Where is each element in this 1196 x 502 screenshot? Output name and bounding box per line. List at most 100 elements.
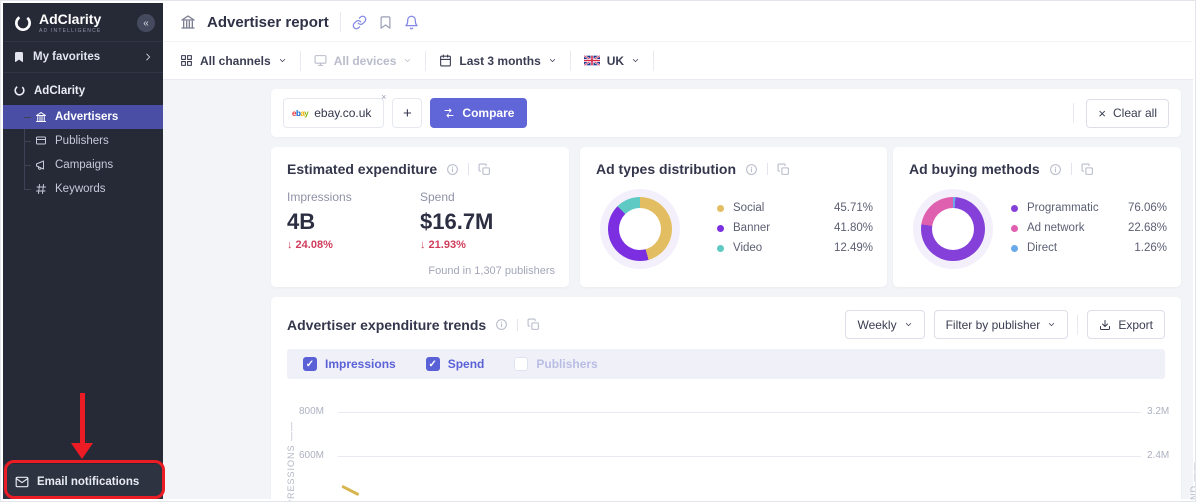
- favorites-label: My favorites: [33, 51, 100, 63]
- toggle-spend[interactable]: ✓ Spend: [426, 357, 485, 371]
- filter-by-publisher-dropdown[interactable]: Filter by publisher: [934, 310, 1069, 339]
- sidebar-collapse-button[interactable]: «: [137, 14, 155, 32]
- filter-by-publisher-label: Filter by publisher: [946, 318, 1041, 332]
- chevron-down-icon: [631, 56, 640, 65]
- divider: [767, 163, 768, 175]
- sidebar-item-advertisers[interactable]: Advertisers: [3, 105, 163, 129]
- date-range-filter[interactable]: Last 3 months: [439, 54, 556, 68]
- email-notifications-label: Email notifications: [37, 476, 139, 488]
- y-axis-label-impressions: IMPRESSIONS ——: [286, 421, 296, 502]
- filter-bar: All channels All devices Last 3 months U…: [163, 41, 1193, 80]
- country-filter[interactable]: UK: [584, 54, 640, 68]
- compare-button[interactable]: Compare: [430, 98, 527, 128]
- legend-dot: [1011, 245, 1018, 252]
- megaphone-icon: [35, 159, 47, 171]
- divider: [425, 51, 426, 71]
- divider: [1073, 103, 1074, 123]
- info-icon[interactable]: [1049, 163, 1062, 176]
- sidebar-item-keywords[interactable]: Keywords: [3, 177, 163, 201]
- section-label: AdClarity: [34, 85, 85, 97]
- devices-icon: [314, 54, 327, 67]
- gridline: [338, 456, 1141, 457]
- card-title: Ad buying methods: [909, 161, 1040, 177]
- app-window: AdClarity AD INTELLIGENCE « My favorites…: [0, 0, 1196, 502]
- sidebar-item-label: Publishers: [55, 135, 109, 147]
- sidebar-item-label: Advertisers: [55, 111, 118, 123]
- legend-row: Social45.71%: [717, 202, 873, 214]
- granularity-dropdown[interactable]: Weekly: [845, 310, 924, 339]
- share-link-icon[interactable]: [352, 15, 367, 30]
- legend-dot: [1011, 205, 1018, 212]
- sidebar-section-adclarity[interactable]: AdClarity: [3, 73, 163, 102]
- ad-buying-legend: Programmatic76.06% Ad network22.68% Dire…: [1011, 190, 1167, 254]
- download-icon: [1099, 319, 1111, 331]
- competitor-chip[interactable]: ebay ebay.co.uk ×: [283, 98, 384, 128]
- export-button[interactable]: Export: [1087, 310, 1165, 339]
- clear-all-label: Clear all: [1113, 106, 1157, 120]
- copy-icon[interactable]: [527, 318, 540, 331]
- spend-value: $16.7M: [420, 209, 553, 235]
- main-area: Advertiser report All channels All devic…: [163, 3, 1193, 499]
- clear-all-button[interactable]: × Clear all: [1086, 99, 1169, 128]
- sidebar-item-my-favorites[interactable]: My favorites: [3, 41, 163, 73]
- info-icon[interactable]: [495, 318, 508, 331]
- legend-value: 76.06%: [1119, 202, 1167, 214]
- sidebar-tree: Advertisers Publishers Campaigns Keyword…: [3, 105, 163, 201]
- compare-bar: ebay ebay.co.uk × + Compare × Clear all: [271, 89, 1181, 137]
- page-title: Advertiser report: [207, 14, 329, 31]
- ad-buying-donut-chart: [921, 197, 985, 261]
- legend-value: 41.80%: [825, 222, 873, 234]
- uk-flag-icon: [584, 55, 600, 66]
- divider: [517, 319, 518, 331]
- adclarity-logo-icon: [13, 13, 33, 33]
- info-icon[interactable]: [446, 163, 459, 176]
- toggle-impressions[interactable]: ✓ Impressions: [303, 357, 396, 371]
- email-notifications-button[interactable]: Email notifications: [3, 464, 163, 499]
- sidebar-logo-row: AdClarity AD INTELLIGENCE «: [3, 3, 163, 41]
- card-title: Advertiser expenditure trends: [287, 317, 486, 333]
- keywords-icon: [35, 183, 47, 195]
- sidebar-item-publishers[interactable]: Publishers: [3, 129, 163, 153]
- legend-dot: [717, 205, 724, 212]
- sidebar-item-campaigns[interactable]: Campaigns: [3, 153, 163, 177]
- divider: [570, 51, 571, 71]
- copy-icon[interactable]: [777, 163, 790, 176]
- estimated-expenditure-card: Estimated expenditure Impressions 4B ↓ 2…: [271, 147, 569, 287]
- divider: [340, 12, 341, 32]
- toggle-label: Spend: [448, 357, 485, 371]
- spend-metric: Spend $16.7M ↓ 21.93%: [420, 190, 553, 251]
- copy-icon[interactable]: [478, 163, 491, 176]
- devices-filter: All devices: [314, 54, 413, 68]
- toggle-publishers[interactable]: Publishers: [514, 357, 597, 371]
- channels-filter[interactable]: All channels: [180, 54, 287, 68]
- info-icon[interactable]: [745, 163, 758, 176]
- clear-all-wrap: × Clear all: [1073, 99, 1169, 128]
- y-axis-tick-right: 2.4M: [1147, 450, 1169, 461]
- remove-competitor-icon[interactable]: ×: [381, 92, 386, 102]
- divider: [1077, 315, 1078, 335]
- bookmark-icon[interactable]: [378, 15, 393, 30]
- copy-icon[interactable]: [1081, 163, 1094, 176]
- ebay-favicon: ebay: [292, 109, 308, 118]
- envelope-icon: [15, 475, 29, 489]
- impressions-label: Impressions: [287, 190, 420, 204]
- legend-row: Banner41.80%: [717, 222, 873, 234]
- ad-buying-methods-card: Ad buying methods Programmatic76.06% Ad …: [893, 147, 1181, 287]
- checkbox-checked-icon: ✓: [303, 357, 317, 371]
- chevron-down-icon: [548, 56, 557, 65]
- adclarity-ring-icon: [13, 84, 26, 97]
- bell-icon[interactable]: [404, 15, 419, 30]
- browser-icon: [35, 135, 47, 147]
- chevron-down-icon: [278, 56, 287, 65]
- divider: [300, 51, 301, 71]
- toggle-label: Publishers: [536, 357, 597, 371]
- top-bar: Advertiser report: [163, 3, 1193, 41]
- divider: [468, 163, 469, 175]
- compare-icon: [443, 107, 455, 119]
- brand-subtitle: AD INTELLIGENCE: [39, 28, 101, 34]
- country-filter-label: UK: [607, 54, 624, 68]
- add-competitor-button[interactable]: +: [392, 98, 422, 128]
- legend-row: Programmatic76.06%: [1011, 202, 1167, 214]
- granularity-label: Weekly: [857, 318, 896, 332]
- ad-types-card: Ad types distribution Social45.71% Banne…: [580, 147, 887, 287]
